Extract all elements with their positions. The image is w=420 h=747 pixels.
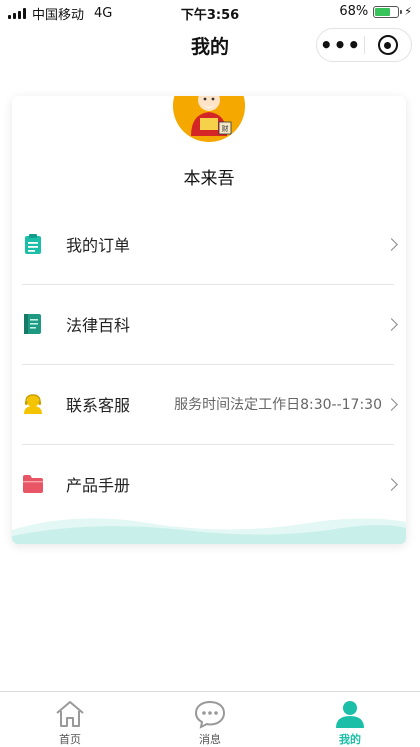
more-dots-icon[interactable]: •••	[317, 35, 364, 55]
battery-icon	[373, 5, 403, 18]
profile-card: 财 ✦ ✦ 本来吾 我的订单	[12, 96, 406, 544]
screen: 中国移动 4G 下午3:56 68% ⚡ 我的 ••• 财 本来吾 我的订单 法…	[0, 0, 420, 747]
charging-icon: ⚡	[404, 5, 412, 18]
service-hours: 服务时间法定工作日8:30--17:30	[174, 397, 382, 413]
menu-item-label: 法律百科	[66, 316, 131, 335]
username: 本来吾	[183, 169, 235, 189]
tab-messages[interactable]: 消息	[140, 692, 280, 747]
target-circle-icon[interactable]	[365, 35, 411, 55]
message-icon	[192, 698, 228, 730]
clipboard-icon	[22, 233, 44, 255]
folder-icon	[22, 473, 44, 495]
menu-item-orders[interactable]: 我的订单	[12, 204, 406, 284]
home-icon	[52, 698, 88, 730]
menu-item-customer-service[interactable]: 联系客服 服务时间法定工作日8:30--17:30	[12, 364, 406, 444]
tab-bar: 首页 消息 我的	[0, 691, 420, 747]
menu-item-label: 联系客服	[66, 396, 131, 415]
status-bar: 中国移动 4G 下午3:56 68% ⚡	[0, 0, 420, 24]
battery-percent: 68%	[339, 4, 369, 19]
tab-label: 我的	[339, 733, 361, 746]
tab-profile[interactable]: 我的	[280, 692, 420, 747]
capsule-menu: •••	[316, 28, 412, 62]
user-icon	[332, 698, 368, 730]
chevron-right-icon	[385, 477, 398, 491]
wave-decoration	[12, 518, 406, 544]
book-icon	[22, 313, 44, 335]
tab-home[interactable]: 首页	[0, 692, 140, 747]
customer-service-icon	[22, 393, 44, 415]
tab-label: 首页	[59, 733, 81, 746]
chevron-right-icon	[385, 237, 398, 251]
tab-label: 消息	[199, 733, 221, 746]
svg-text:财: 财	[222, 124, 229, 133]
menu-item-label: 我的订单	[66, 236, 131, 255]
chevron-right-icon	[385, 317, 398, 331]
menu-item-law-encyclopedia[interactable]: 法律百科	[12, 284, 406, 364]
menu-item-label: 产品手册	[66, 476, 131, 495]
avatar[interactable]: 财 ✦ ✦	[173, 96, 245, 142]
chevron-right-icon	[385, 397, 398, 411]
